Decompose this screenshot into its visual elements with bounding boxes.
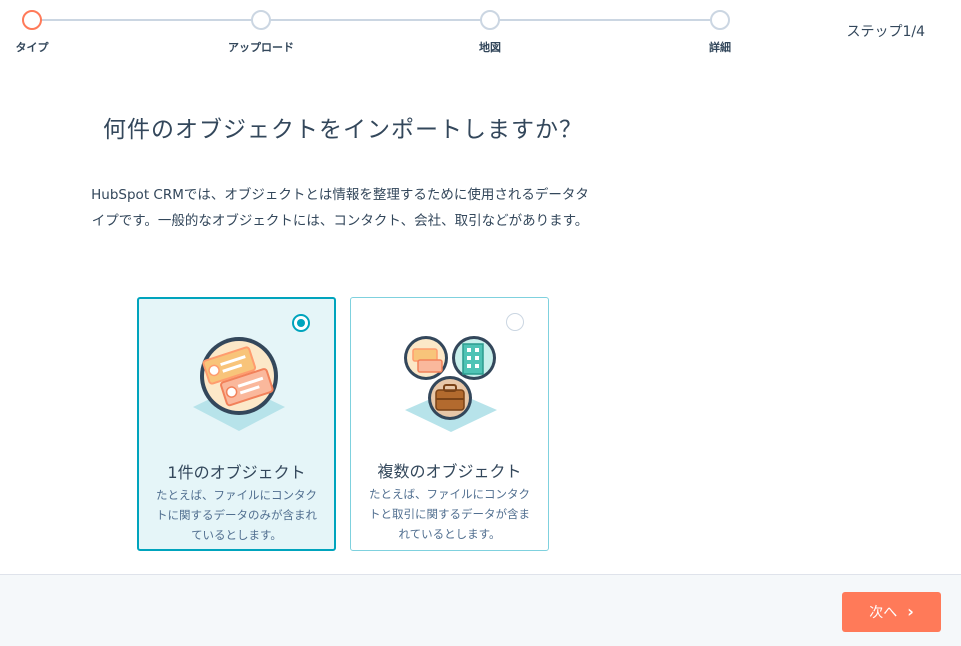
next-button[interactable]: 次へ ›: [842, 592, 941, 632]
step-1-indicator: [22, 10, 42, 30]
option-description: たとえば、ファイルにコンタクトと取引に関するデータが含まれているとします。: [369, 487, 530, 541]
chevron-right-icon: ›: [907, 602, 914, 621]
step-counter: ステップ1/4: [846, 24, 925, 40]
step-connector: [41, 19, 252, 21]
step-1-label: タイプ: [15, 41, 49, 54]
step-connector: [270, 19, 481, 21]
option-card-multiple-objects[interactable]: 複数のオブジェクト たとえば、ファイルにコンタクトと取引に関するデータが含まれて…: [350, 297, 549, 551]
step-4-indicator: [710, 10, 730, 30]
step-3-label: 地図: [479, 41, 501, 54]
multiple-objects-illustration-icon: [391, 320, 511, 440]
page-title: 何件のオブジェクトをインポートしますか？: [103, 117, 583, 143]
step-2-label: アップロード: [228, 41, 294, 54]
next-button-label: 次へ: [869, 605, 898, 621]
option-title: 複数のオブジェクト: [377, 462, 522, 481]
footer-bar: 次へ ›: [0, 574, 961, 646]
page-description: HubSpot CRMでは、オブジェクトとは情報を整理するために使用されるデータ…: [91, 187, 589, 229]
option-description: たとえば、ファイルにコンタクトに関するデータのみが含まれているとします。: [156, 488, 317, 542]
option-title: 1件のオブジェクト: [167, 463, 306, 482]
step-4-label: 詳細: [709, 41, 731, 54]
option-card-single-object[interactable]: 1件のオブジェクト たとえば、ファイルにコンタクトに関するデータのみが含まれてい…: [137, 297, 336, 551]
contacts-illustration-icon: [179, 321, 299, 441]
step-2-indicator: [251, 10, 271, 30]
progress-stepper: タイプ アップロード 地図 詳細 ステップ1/4: [0, 0, 961, 60]
step-3-indicator: [480, 10, 500, 30]
step-connector: [499, 19, 710, 21]
